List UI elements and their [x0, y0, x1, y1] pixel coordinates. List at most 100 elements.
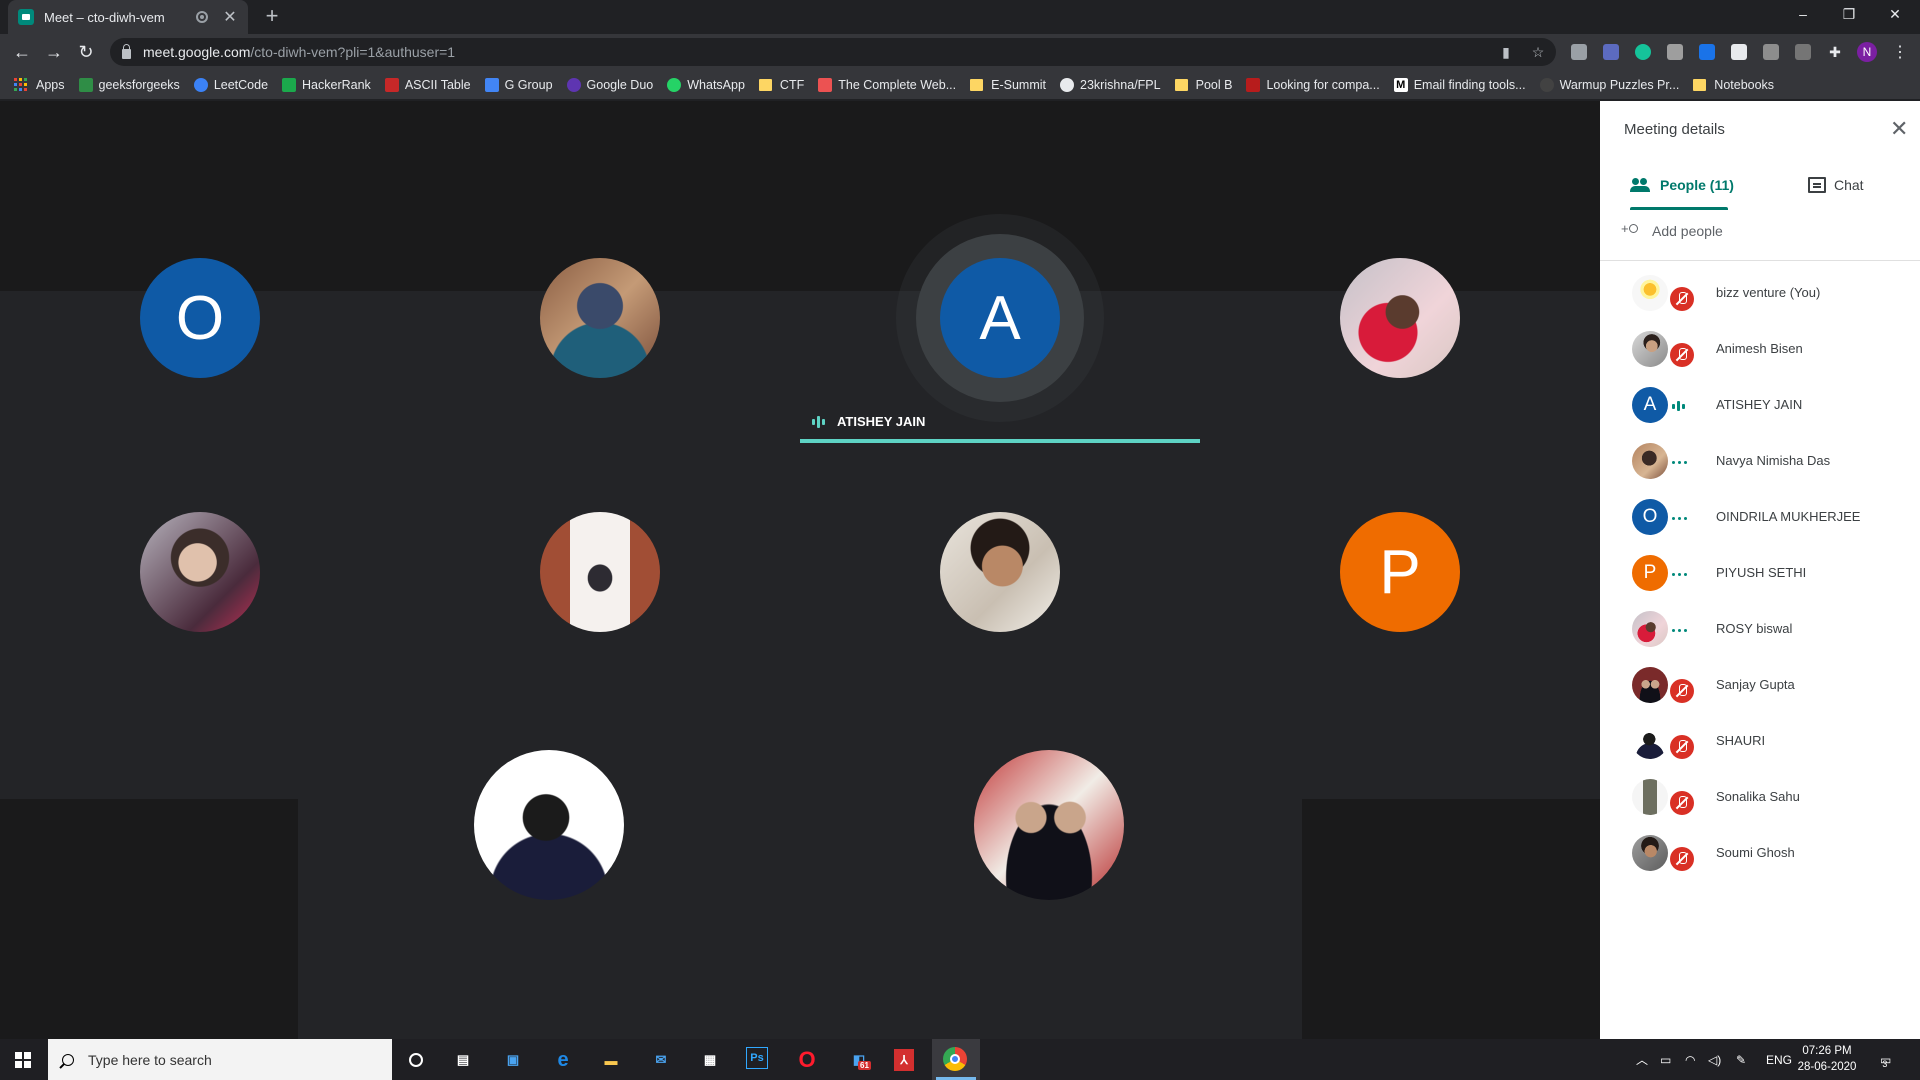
tab-chat-label: Chat: [1834, 177, 1864, 193]
close-panel-icon[interactable]: ✕: [1890, 118, 1908, 140]
list-item[interactable]: Soumi Ghosh: [1600, 825, 1920, 881]
extension-5-icon[interactable]: [1699, 44, 1715, 60]
duo-icon: [566, 77, 581, 92]
bookmark-apps[interactable]: Apps: [14, 77, 65, 92]
edge-icon[interactable]: e: [550, 1047, 576, 1073]
list-item[interactable]: Sonalika Sahu: [1600, 769, 1920, 825]
bookmark-label: Email finding tools...: [1413, 77, 1526, 92]
task-view-icon[interactable]: ▤: [450, 1047, 476, 1073]
extension-8-icon[interactable]: [1795, 44, 1811, 60]
store-app-icon[interactable]: ▣: [500, 1047, 526, 1073]
apps-grid-icon: [14, 77, 28, 92]
microsoft-store-icon[interactable]: ▦: [697, 1047, 723, 1073]
bookmark-ctf[interactable]: CTF: [758, 78, 804, 92]
minimize-button[interactable]: –: [1780, 0, 1826, 30]
mail-icon[interactable]: ✉: [648, 1047, 674, 1073]
participant-tile-atishey[interactable]: A: [940, 258, 1060, 378]
file-explorer-icon[interactable]: ▬: [598, 1047, 624, 1073]
bookmark-pool-b[interactable]: Pool B: [1174, 78, 1232, 92]
new-tab-button[interactable]: +: [260, 4, 284, 28]
start-button[interactable]: [0, 1039, 46, 1080]
participant-tile-sanjay[interactable]: [974, 750, 1124, 900]
tab-people[interactable]: People (11): [1630, 161, 1734, 209]
cortana-icon[interactable]: [403, 1047, 429, 1073]
bookmark-ascii-table[interactable]: ASCII Table: [384, 77, 471, 92]
list-item[interactable]: bizz venture (You): [1600, 265, 1920, 321]
browser-tab-meet[interactable]: Meet – cto-diwh-vem ✕: [8, 0, 248, 34]
bookmark-google-duo[interactable]: Google Duo: [566, 77, 653, 92]
extension-2-icon[interactable]: [1603, 44, 1619, 60]
bookmark-whatsapp[interactable]: WhatsApp: [667, 77, 745, 92]
taskbar-clock[interactable]: 07:26 PM 28-06-2020: [1792, 1043, 1862, 1075]
address-bar[interactable]: meet.google.com/cto-diwh-vem?pli=1&authu…: [110, 38, 1556, 66]
pen-icon[interactable]: ✎: [1736, 1039, 1746, 1080]
photoshop-icon[interactable]: Ps: [746, 1047, 768, 1069]
outlook-icon[interactable]: ◧ 61: [846, 1047, 872, 1073]
bookmark-label: Apps: [36, 77, 65, 92]
list-item[interactable]: Sanjay Gupta: [1600, 657, 1920, 713]
tab-chat[interactable]: Chat: [1808, 161, 1864, 209]
close-window-button[interactable]: ✕: [1872, 0, 1918, 30]
restore-button[interactable]: ❐: [1826, 0, 1872, 30]
reload-icon[interactable]: ↻: [74, 40, 98, 64]
list-item[interactable]: P PIYUSH SETHI: [1600, 545, 1920, 601]
tab-close-icon[interactable]: ✕: [222, 7, 238, 27]
list-item[interactable]: Navya Nimisha Das: [1600, 433, 1920, 489]
participant-tile-shauri[interactable]: [474, 750, 624, 900]
panel-divider: [1600, 260, 1920, 261]
bookmark-g-group[interactable]: G Group: [484, 77, 553, 92]
participant-tile-sonalika[interactable]: [140, 512, 260, 632]
bookmark-email-finding[interactable]: M Email finding tools...: [1393, 77, 1526, 92]
wifi-icon[interactable]: ◠: [1685, 1039, 1695, 1080]
bookmark-star-icon[interactable]: ☆: [1530, 44, 1546, 60]
audio-idle-icon: [1672, 573, 1687, 576]
page-icon: [1246, 77, 1261, 92]
grammarly-icon[interactable]: [1635, 44, 1651, 60]
extension-7-icon[interactable]: [1763, 44, 1779, 60]
forward-arrow-icon[interactable]: →: [42, 40, 66, 64]
bookmark-warmup-puzzles[interactable]: Warmup Puzzles Pr...: [1539, 77, 1679, 92]
taskbar-search[interactable]: Type here to search: [48, 1039, 392, 1080]
extension-4-icon[interactable]: [1667, 44, 1683, 60]
participant-tile-sonalika-2[interactable]: [540, 512, 660, 632]
tray-chevron-icon[interactable]: ︿: [1636, 1039, 1648, 1080]
list-item[interactable]: O OINDRILA MUKHERJEE: [1600, 489, 1920, 545]
list-item[interactable]: SHAURI: [1600, 713, 1920, 769]
bookmark-looking-for-compa[interactable]: Looking for compa...: [1246, 77, 1380, 92]
bookmark-leetcode[interactable]: LeetCode: [193, 77, 268, 92]
participant-tile-navya[interactable]: [540, 258, 660, 378]
bookmark-e-summit[interactable]: E-Summit: [970, 78, 1046, 92]
bookmark-complete-web[interactable]: The Complete Web...: [818, 77, 956, 92]
avatar-initial: P: [1379, 537, 1421, 607]
acrobat-icon[interactable]: ⅄: [894, 1049, 914, 1071]
camera-in-use-icon[interactable]: ▮: [1498, 44, 1514, 60]
battery-icon[interactable]: ▭: [1660, 1039, 1671, 1080]
participant-tile-rosy[interactable]: [1340, 258, 1460, 378]
profile-avatar[interactable]: N: [1857, 42, 1877, 62]
add-people-button[interactable]: Add people: [1621, 221, 1723, 239]
gfg-icon: [78, 77, 93, 92]
folder-icon: [758, 78, 772, 91]
language-indicator[interactable]: ENG: [1766, 1039, 1792, 1080]
list-item[interactable]: Animesh Bisen: [1600, 321, 1920, 377]
participant-tile-animesh[interactable]: [940, 512, 1060, 632]
extension-1-icon[interactable]: [1571, 44, 1587, 60]
bookmark-hackerrank[interactable]: HackerRank: [282, 77, 371, 92]
extensions-puzzle-icon[interactable]: ✚: [1827, 44, 1843, 60]
back-arrow-icon[interactable]: ←: [10, 40, 34, 64]
browser-menu-icon[interactable]: ⋮: [1892, 42, 1908, 62]
participant-tile-oindrila[interactable]: O: [140, 258, 260, 378]
bookmark-fpl[interactable]: 23krishna/FPL: [1060, 77, 1161, 92]
list-item[interactable]: ROSY biswal: [1600, 601, 1920, 657]
bookmark-notebooks[interactable]: Notebooks: [1693, 78, 1774, 92]
url-path: /cto-diwh-vem?pli=1&authuser=1: [250, 44, 456, 60]
opera-icon[interactable]: O: [794, 1047, 820, 1073]
list-item[interactable]: A ATISHEY JAIN: [1600, 377, 1920, 433]
notifications-icon[interactable]: ▭ 3: [1880, 1039, 1891, 1080]
bookmark-geeksforgeeks[interactable]: geeksforgeeks: [78, 77, 180, 92]
participant-tile-piyush[interactable]: P: [1340, 512, 1460, 632]
volume-icon[interactable]: ◁): [1708, 1039, 1721, 1080]
extension-6-icon[interactable]: [1731, 44, 1747, 60]
bookmark-label: 23krishna/FPL: [1080, 77, 1161, 92]
meeting-details-panel: Meeting details ✕ People (11) Chat Add p…: [1600, 101, 1920, 1039]
